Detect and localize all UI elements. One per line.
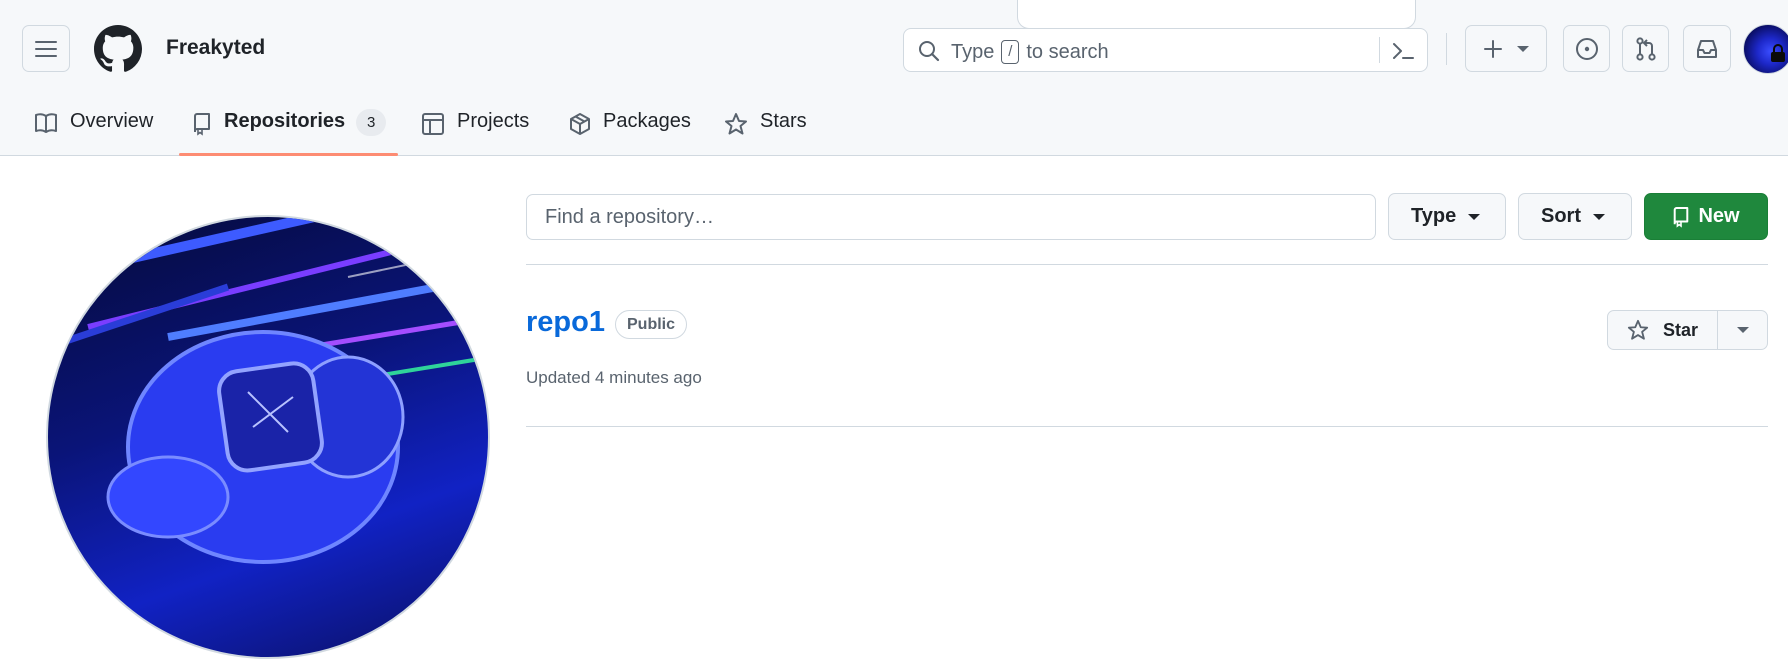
triangle-down-icon	[1468, 213, 1481, 220]
global-search[interactable]: Type / to search	[903, 28, 1428, 72]
github-logo-icon[interactable]	[94, 25, 142, 73]
sort-button[interactable]: Sort	[1518, 193, 1632, 240]
repo-icon	[194, 113, 210, 136]
star-icon	[725, 113, 747, 135]
inbox-button[interactable]	[1683, 25, 1731, 72]
issue-opened-icon	[1575, 37, 1598, 60]
tab-label: Stars	[760, 110, 807, 132]
search-hint-suffix: to search	[1026, 40, 1109, 63]
search-hint: Type / to search	[951, 40, 1109, 64]
star-icon	[1627, 319, 1649, 340]
tab-repositories[interactable]: Repositories 3	[192, 104, 387, 156]
lock-icon	[1771, 44, 1785, 62]
git-pull-request-icon	[1635, 36, 1656, 61]
star-lists-dropdown[interactable]	[1718, 311, 1767, 349]
tab-packages[interactable]: Packages	[569, 104, 691, 156]
profile-username[interactable]: Freakyted	[166, 36, 265, 60]
profile-avatar[interactable]	[46, 215, 490, 659]
search-icon	[919, 41, 940, 62]
user-avatar[interactable]	[1743, 24, 1788, 74]
search-hint-prefix: Type	[951, 40, 995, 63]
new-button-label: New	[1698, 205, 1740, 227]
find-repository-input[interactable]	[526, 194, 1376, 240]
tab-label: Packages	[603, 110, 691, 132]
sort-label: Sort	[1541, 205, 1581, 227]
new-repository-button[interactable]: New	[1644, 193, 1768, 240]
hamburger-icon	[35, 40, 57, 57]
inbox-icon	[1697, 39, 1717, 58]
repo-name-link[interactable]: repo1	[526, 306, 605, 339]
tab-label: Projects	[457, 110, 530, 132]
star-button[interactable]: Star	[1608, 311, 1718, 349]
type-filter-button[interactable]: Type	[1388, 193, 1506, 240]
table-icon	[422, 113, 444, 135]
type-filter-label: Type	[1411, 205, 1457, 227]
command-palette-icon[interactable]	[1391, 41, 1415, 61]
visibility-badge: Public	[615, 310, 688, 339]
search-divider	[1379, 37, 1380, 63]
tab-label: Repositories	[224, 110, 346, 132]
repo-icon	[1674, 206, 1689, 228]
issues-button[interactable]	[1563, 25, 1610, 72]
tab-label: Overview	[70, 110, 154, 132]
tab-overview[interactable]: Overview	[34, 104, 153, 156]
package-icon	[570, 113, 590, 135]
repo-updated-time: Updated 4 minutes ago	[526, 368, 702, 387]
book-icon	[35, 113, 57, 133]
divider	[526, 426, 1768, 427]
dropdown-overlay	[1017, 0, 1416, 29]
plus-icon	[1484, 39, 1502, 58]
profile-nav: Overview Repositories 3 Projects Package…	[0, 104, 1788, 156]
star-button-group: Star	[1607, 310, 1768, 350]
create-new-button[interactable]	[1465, 25, 1547, 72]
selected-tab-indicator	[179, 153, 398, 156]
triangle-down-icon	[1593, 213, 1605, 220]
header-separator	[1446, 33, 1447, 65]
avatar-artwork	[48, 217, 488, 564]
menu-button[interactable]	[22, 25, 70, 72]
repo-count-badge: 3	[356, 109, 387, 136]
global-header: Freakyted Type / to search Overview Repo…	[0, 0, 1788, 156]
triangle-down-icon	[1736, 327, 1749, 333]
tab-stars[interactable]: Stars	[724, 104, 807, 156]
star-label: Star	[1662, 319, 1698, 340]
divider	[526, 264, 1768, 265]
tab-projects[interactable]: Projects	[421, 104, 529, 156]
search-shortcut-key: /	[1001, 40, 1020, 64]
triangle-down-icon	[1517, 45, 1529, 52]
pull-requests-button[interactable]	[1622, 25, 1669, 72]
